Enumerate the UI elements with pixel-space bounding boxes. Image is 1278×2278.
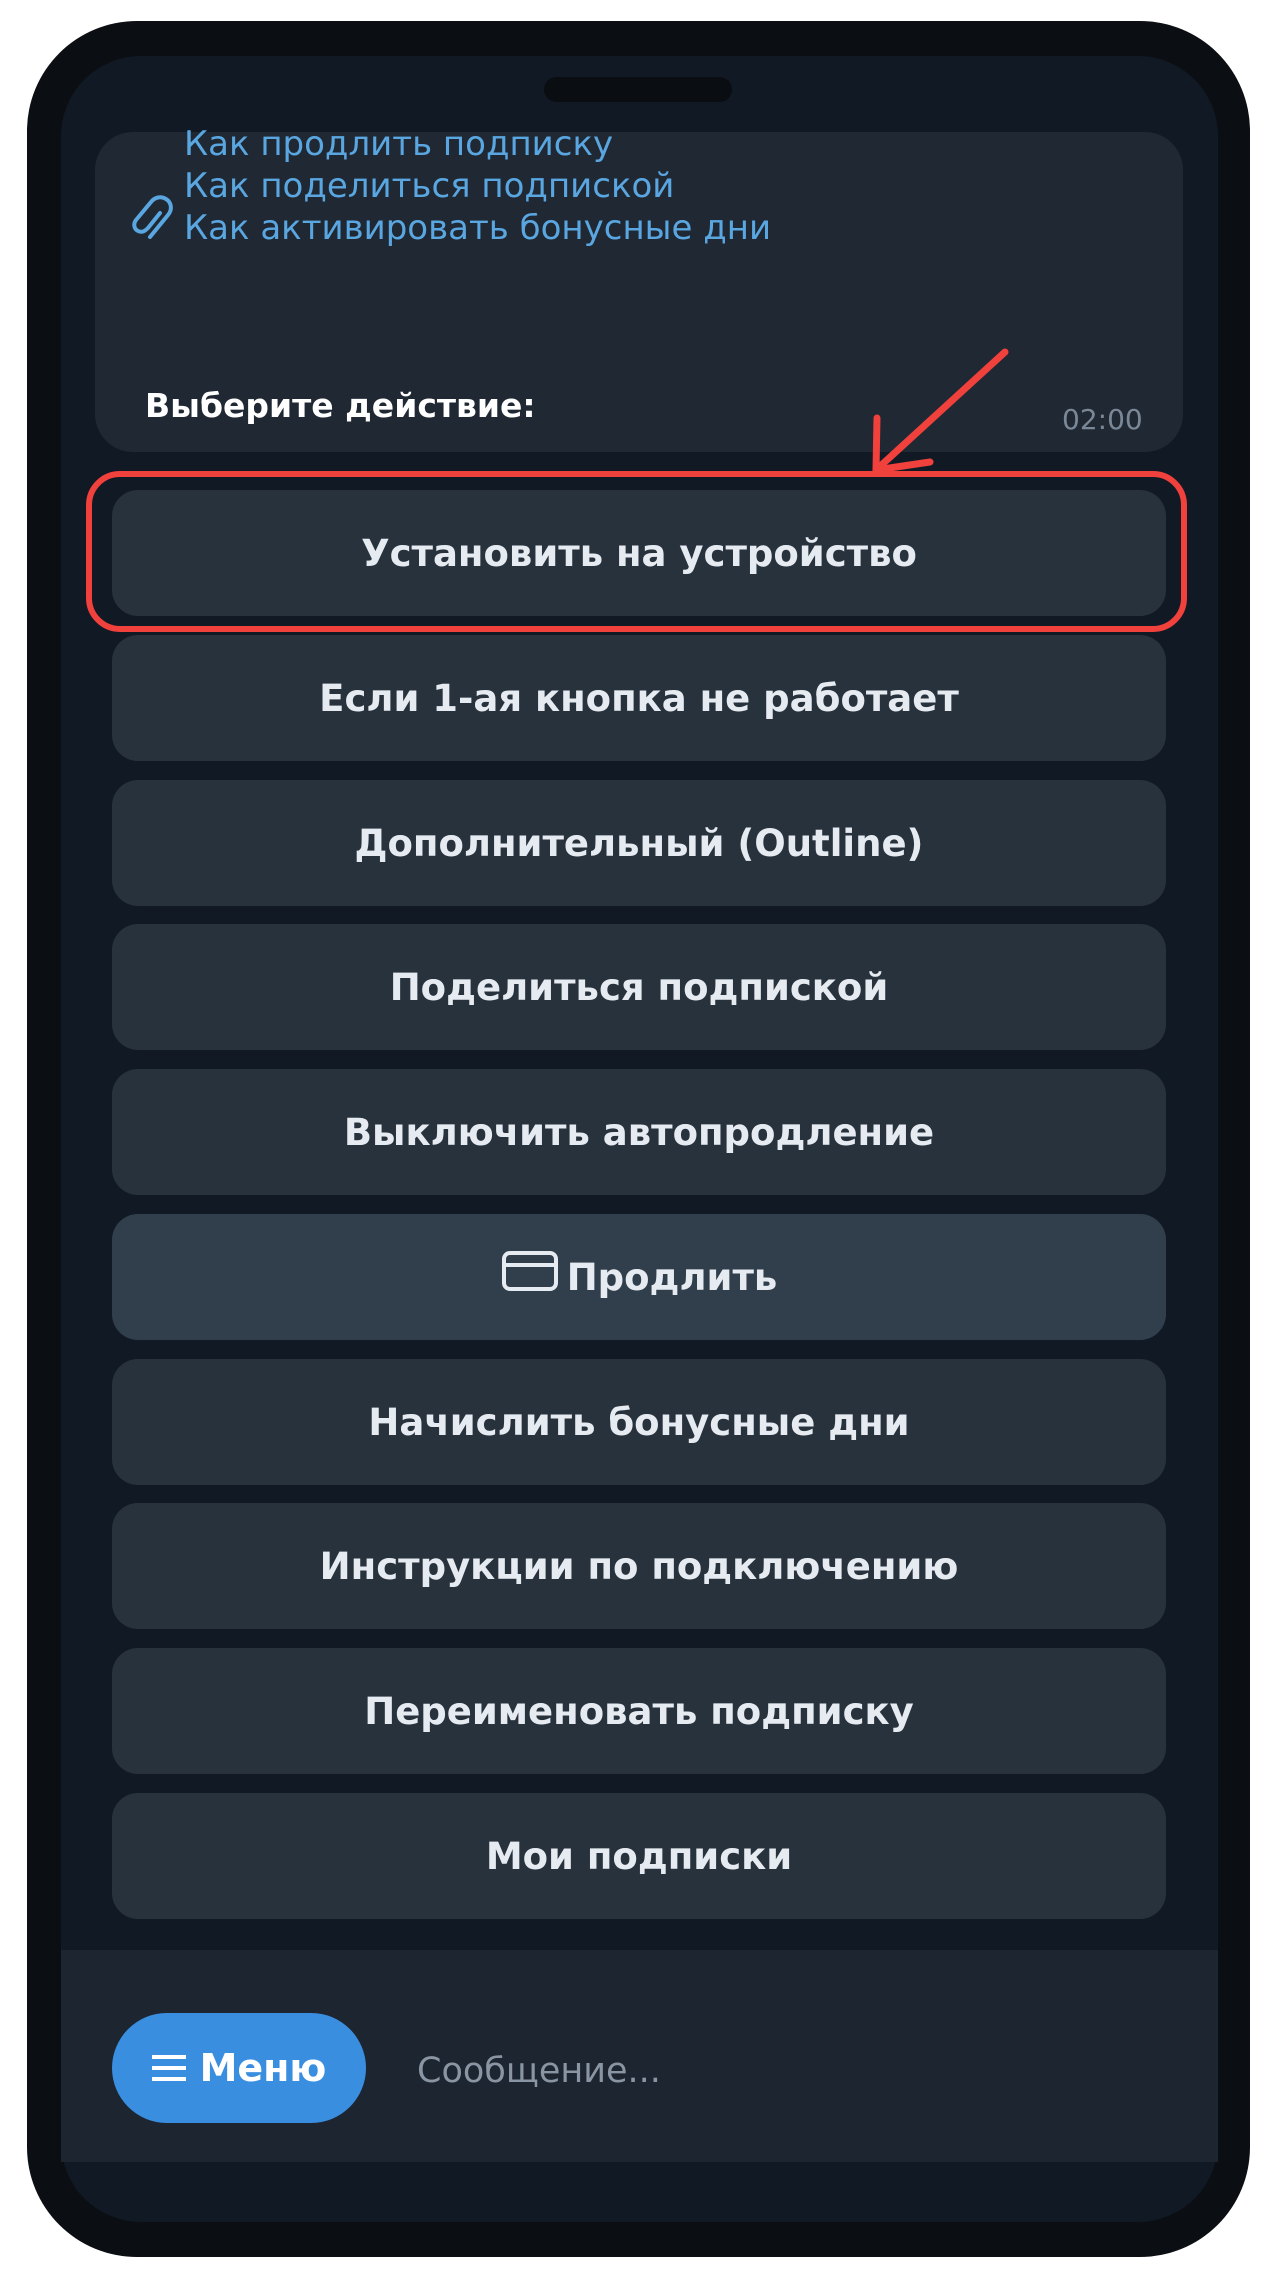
additional-outline-label: Дополнительный (Outline) xyxy=(354,821,924,865)
my-subscriptions-label: Мои подписки xyxy=(485,1834,793,1878)
my-subscriptions-button[interactable]: Мои подписки xyxy=(112,1793,1166,1919)
share-subscription-label: Поделиться подпиской xyxy=(389,965,889,1009)
phone-notch xyxy=(544,77,732,102)
if-first-button-fails-label: Если 1-ая кнопка не работает xyxy=(319,676,959,720)
add-bonus-days-button[interactable]: Начислить бонусные дни xyxy=(112,1359,1166,1485)
message-timestamp: 02:00 xyxy=(1062,403,1143,436)
paperclip-icon xyxy=(132,195,173,239)
disable-autorenew-label: Выключить автопродление xyxy=(343,1110,935,1154)
share-subscription-button[interactable]: Поделиться подпиской xyxy=(112,924,1166,1050)
credit-card-icon xyxy=(501,1251,558,1291)
menu-button-label: Меню xyxy=(199,2046,327,2090)
menu-button[interactable]: Меню xyxy=(112,2013,366,2123)
renew-button[interactable]: Продлить xyxy=(112,1214,1166,1340)
additional-outline-button[interactable]: Дополнительный (Outline) xyxy=(112,780,1166,906)
choose-action-prompt: Выберите действие: xyxy=(145,386,536,425)
message-input[interactable] xyxy=(415,2040,1179,2102)
install-on-device-button[interactable]: Установить на устройство xyxy=(112,490,1166,616)
rename-subscription-label: Переименовать подписку xyxy=(364,1689,914,1733)
if-first-button-fails-button[interactable]: Если 1-ая кнопка не работает xyxy=(112,635,1166,761)
disable-autorenew-button[interactable]: Выключить автопродление xyxy=(112,1069,1166,1195)
link-how-to-renew[interactable]: Как продлить подписку xyxy=(184,124,613,164)
hamburger-icon xyxy=(151,2055,186,2081)
link-how-to-share[interactable]: Как поделиться подпиской xyxy=(184,166,674,206)
rename-subscription-button[interactable]: Переименовать подписку xyxy=(112,1648,1166,1774)
link-how-to-activate-bonus[interactable]: Как активировать бонусные дни xyxy=(184,208,771,248)
install-on-device-label: Установить на устройство xyxy=(361,531,917,575)
connection-instructions-button[interactable]: Инструкции по подключению xyxy=(112,1503,1166,1629)
renew-label: Продлить xyxy=(566,1255,778,1299)
connection-instructions-label: Инструкции по подключению xyxy=(319,1544,959,1588)
add-bonus-days-label: Начислить бонусные дни xyxy=(368,1400,910,1444)
